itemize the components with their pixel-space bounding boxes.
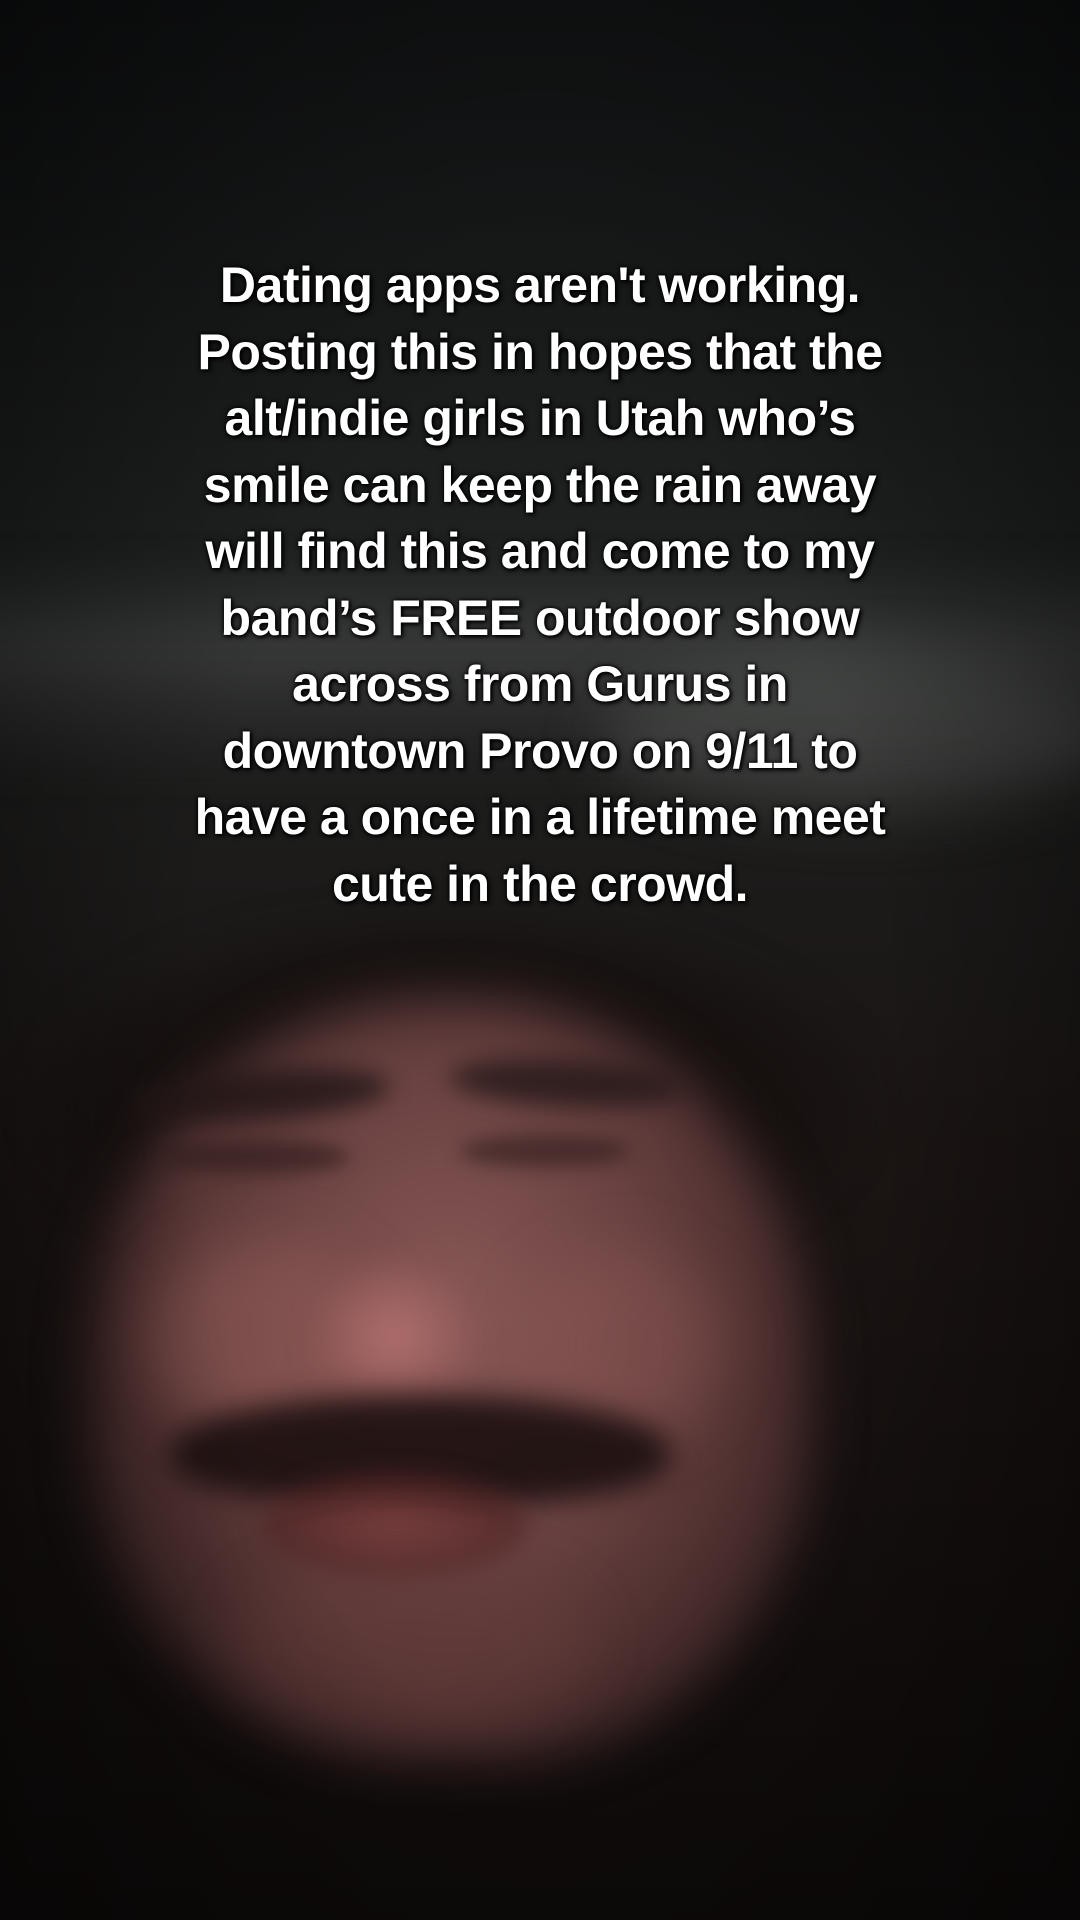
caption-line: have a once in a lifetime meet [194, 789, 886, 845]
caption-line: across from Gurus in [292, 656, 788, 712]
caption-line: will find this and come to my [205, 523, 875, 579]
caption-line: smile can keep the rain away [203, 456, 877, 513]
caption-line: alt/indie girls in Utah who’s [224, 390, 856, 446]
caption-line: cute in the crowd. [331, 855, 749, 912]
caption-line: band’s FREE outdoor show [220, 589, 860, 646]
caption-line: Dating apps aren't working. [219, 257, 861, 313]
video-frame: Dating apps aren't working. Posting this… [0, 0, 1080, 1920]
caption-line: Posting this in hopes that the [197, 323, 884, 380]
caption-overlay: Dating apps aren't working. Posting this… [120, 252, 960, 917]
caption-line: downtown Provo on 9/11 to [222, 722, 858, 779]
